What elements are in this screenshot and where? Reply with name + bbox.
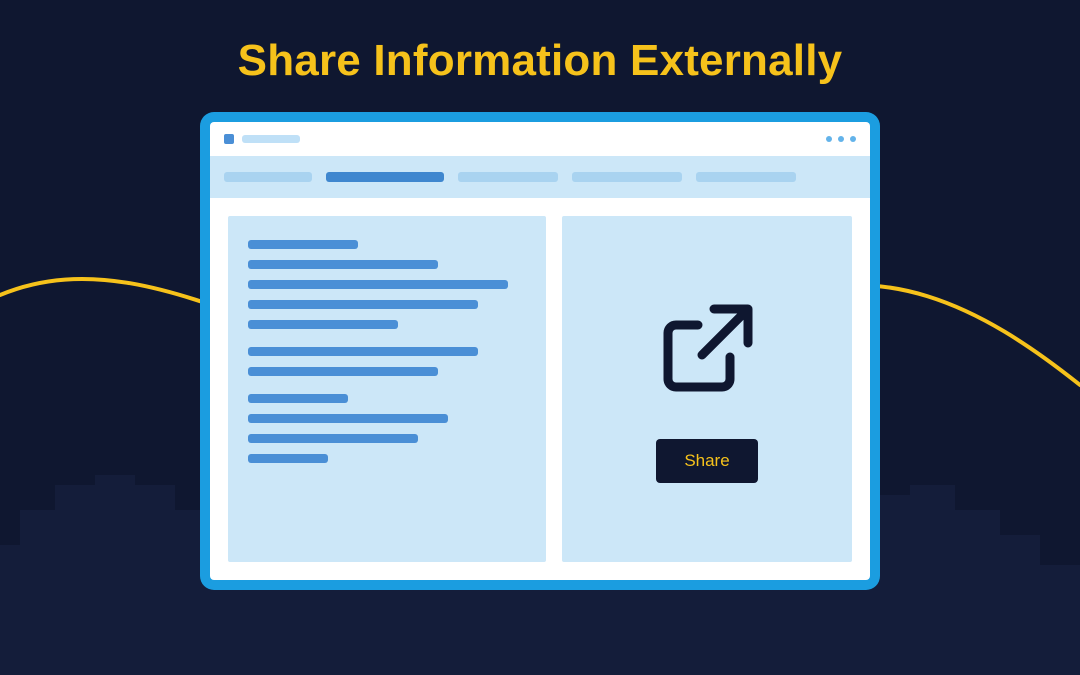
text-line-placeholder [248,320,398,329]
share-button[interactable]: Share [656,439,757,483]
page-title: Share Information Externally [0,36,1080,86]
text-line-placeholder [248,300,478,309]
dot-icon [826,136,832,142]
titlebar-menu-dots[interactable] [826,136,856,142]
text-line-placeholder [248,394,348,403]
text-line-placeholder [248,240,358,249]
titlebar-square-icon [224,134,234,144]
dot-icon [838,136,844,142]
text-line-placeholder [248,367,438,376]
browser-window: Share [200,112,880,590]
text-line-placeholder [248,280,508,289]
browser-content: Share [210,198,870,580]
tab-item[interactable] [458,172,558,182]
tab-item[interactable] [696,172,796,182]
browser-tabs [210,156,870,198]
share-panel: Share [562,216,852,562]
external-link-icon [652,295,762,405]
text-line-placeholder [248,414,448,423]
tab-item[interactable] [572,172,682,182]
text-line-placeholder [248,347,478,356]
titlebar-address-placeholder [242,135,300,143]
content-text-panel [228,216,546,562]
text-line-placeholder [248,454,328,463]
text-line-placeholder [248,260,438,269]
browser-titlebar [210,122,870,156]
browser-inner: Share [210,122,870,580]
dot-icon [850,136,856,142]
text-line-placeholder [248,434,418,443]
tab-item[interactable] [224,172,312,182]
tab-item-active[interactable] [326,172,444,182]
